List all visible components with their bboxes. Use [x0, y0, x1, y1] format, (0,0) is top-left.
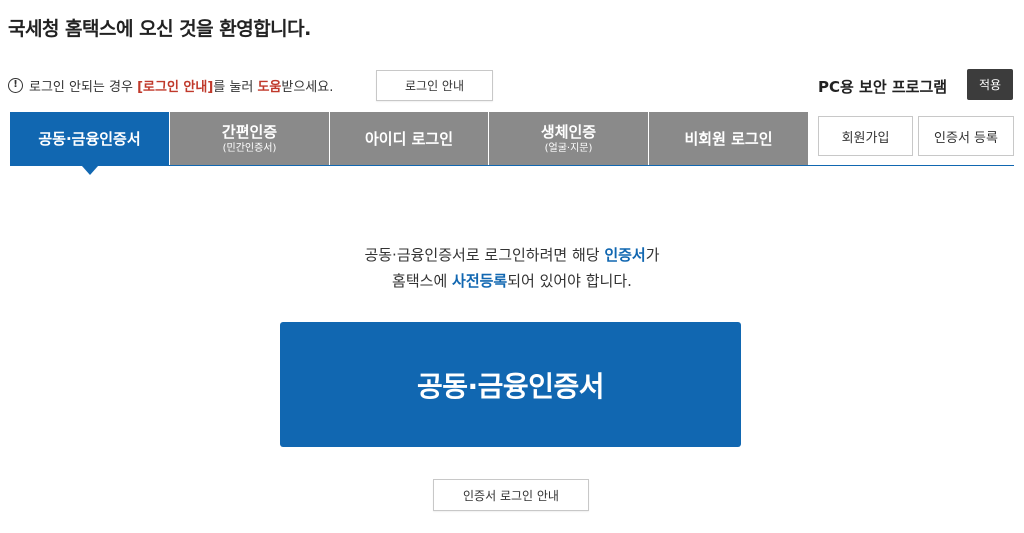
tab-divider-line: [10, 165, 808, 166]
security-apply-button[interactable]: 적용: [967, 69, 1013, 100]
tab-label: 아이디 로그인: [364, 130, 454, 148]
signup-button[interactable]: 회원가입: [818, 116, 913, 156]
notice-text-after: 받으세요.: [281, 79, 334, 95]
tab-biometric-auth[interactable]: 생체인증 (얼굴·지문): [489, 112, 649, 166]
login-guide-button[interactable]: 로그인 안내: [376, 70, 493, 101]
page-title: 국세청 홈택스에 오신 것을 환영합니다.: [8, 18, 311, 40]
guide-line-1: 공동·금융인증서로 로그인하려면 해당 인증서가: [0, 242, 1024, 268]
cert-register-button[interactable]: 인증서 등록: [918, 116, 1014, 156]
tab-label: 비회원 로그인: [684, 130, 773, 148]
tab-label: 간편인증: [221, 122, 278, 141]
guide-highlight-preregister: 사전등록: [452, 272, 508, 290]
guide-highlight-cert: 인증서: [604, 246, 646, 264]
guide-text: 되어 있어야 합니다.: [507, 272, 632, 290]
tab-label: 공동·금융인증서: [38, 130, 141, 148]
login-method-tabs: 공동·금융인증서 간편인증 (민간인증서) 아이디 로그인 생체인증 (얼굴·지…: [10, 112, 808, 175]
tab-joint-financial-cert[interactable]: 공동·금융인증서: [10, 112, 170, 175]
notice-text-middle: 를 눌러: [213, 79, 258, 95]
tab-non-member-login[interactable]: 비회원 로그인: [649, 112, 808, 166]
cert-login-guide-button[interactable]: 인증서 로그인 안내: [433, 479, 589, 511]
tab-id-login[interactable]: 아이디 로그인: [330, 112, 489, 166]
notice-text: 로그인 안되는 경우 [로그인 안내]를 눌러 도움받으세요.: [29, 76, 333, 95]
notice-text-before: 로그인 안되는 경우: [29, 79, 138, 95]
tab-divider-line-right: [808, 165, 1014, 166]
security-program-label: PC용 보안 프로그램: [818, 78, 948, 96]
tab-simple-auth[interactable]: 간편인증 (민간인증서): [170, 112, 330, 166]
guide-text: 가: [645, 246, 660, 264]
notice-highlight-help: 도움: [257, 79, 282, 95]
guide-text: 공동·금융인증서로 로그인하려면 해당: [364, 246, 605, 264]
login-notice: ! 로그인 안되는 경우 [로그인 안내]를 눌러 도움받으세요.: [8, 70, 333, 100]
guide-line-2: 홈택스에 사전등록되어 있어야 합니다.: [0, 268, 1024, 294]
guide-text: 홈택스에: [392, 272, 453, 290]
tab-sublabel: (얼굴·지문): [544, 142, 593, 154]
notice-highlight-login-guide: [로그인 안내]: [137, 79, 214, 95]
tab-sublabel: (민간인증서): [222, 142, 277, 154]
cert-guide-message: 공동·금융인증서로 로그인하려면 해당 인증서가 홈택스에 사전등록되어 있어야…: [0, 242, 1024, 294]
info-icon: !: [8, 77, 23, 93]
joint-financial-cert-login-button[interactable]: 공동·금융인증서: [280, 322, 741, 447]
tab-label: 생체인증: [540, 122, 597, 141]
